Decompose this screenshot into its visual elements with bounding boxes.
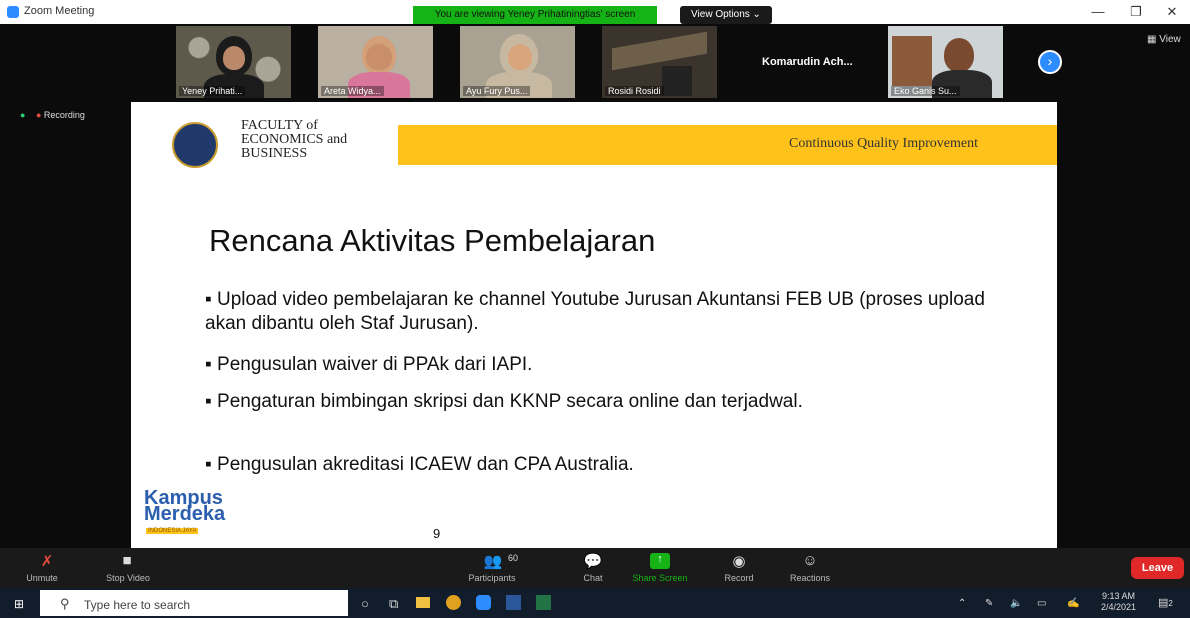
- zoom-taskbar-icon[interactable]: [476, 595, 491, 610]
- record-dot-icon: ●: [35, 110, 42, 120]
- kampus-merdeka-logo: Kampus Merdeka: [144, 488, 226, 525]
- excel-icon[interactable]: [536, 595, 551, 610]
- share-screen-icon[interactable]: ↑: [650, 553, 670, 569]
- faculty-name: FACULTY of ECONOMICS and BUSINESS: [241, 119, 347, 161]
- faculty-line: BUSINESS: [241, 146, 308, 161]
- close-icon[interactable]: ✕: [1154, 3, 1190, 21]
- cortana-icon[interactable]: ○: [361, 596, 369, 611]
- record-icon[interactable]: ◉: [724, 552, 754, 570]
- participant-name: Yeney Prihati...: [179, 86, 246, 96]
- participants-count: 60: [508, 553, 519, 563]
- minimize-icon[interactable]: —: [1080, 3, 1116, 21]
- taskbar-clock[interactable]: 9:13 AM 2/4/2021: [1101, 591, 1136, 613]
- video-tile[interactable]: Areta Widya...: [318, 26, 433, 98]
- microphone-muted-icon[interactable]: ✗: [32, 552, 62, 570]
- slide-title: Rencana Aktivitas Pembelajaran: [209, 223, 656, 258]
- slide-header-title: Continuous Quality Improvement: [789, 136, 978, 151]
- recording-indicator: ● ● Recording: [20, 110, 85, 120]
- slide-bullet: ▪ Pengaturan bimbingan skripsi dan KKNP …: [205, 391, 803, 412]
- participant-name: Eko Ganis Su...: [891, 86, 960, 96]
- clock-date: 2/4/2021: [1101, 602, 1137, 612]
- restore-icon[interactable]: ❐: [1118, 3, 1154, 21]
- chat-button[interactable]: Chat: [573, 573, 613, 583]
- video-camera-icon[interactable]: ■: [112, 552, 142, 569]
- zoom-app-icon: [7, 6, 19, 18]
- tray-pen-icon[interactable]: ✎: [985, 598, 993, 609]
- recording-label: Recording: [43, 110, 85, 120]
- stop-video-button[interactable]: Stop Video: [98, 573, 158, 583]
- faculty-line: ECONOMICS and: [241, 132, 348, 147]
- network-icon[interactable]: ▭: [1037, 598, 1046, 609]
- university-logo: [172, 122, 218, 168]
- shield-icon: ●: [20, 110, 26, 120]
- video-tile[interactable]: Yeney Prihati...: [176, 26, 291, 98]
- file-explorer-icon[interactable]: [416, 597, 430, 608]
- next-participants-icon[interactable]: ›: [1038, 50, 1062, 74]
- participant-name: Areta Widya...: [321, 86, 384, 96]
- slide-bullet: ▪ Pengusulan waiver di PPAk dari IAPI.: [205, 354, 533, 375]
- video-tile[interactable]: Eko Ganis Su...: [888, 26, 1003, 98]
- chrome-icon[interactable]: [446, 595, 461, 610]
- word-icon[interactable]: [506, 595, 521, 610]
- video-tile[interactable]: Rosidi Rosidi: [602, 26, 717, 98]
- volume-icon[interactable]: 🔈: [1010, 598, 1022, 609]
- participant-name: Rosidi Rosidi: [605, 86, 664, 96]
- view-options-button[interactable]: View Options ⌄: [680, 6, 772, 24]
- view-label: View: [1159, 34, 1181, 45]
- notification-count: 2: [1168, 599, 1173, 608]
- participants-icon[interactable]: 👥: [478, 552, 508, 570]
- slide-bullet: ▪ Pengusulan akreditasi ICAEW dan CPA Au…: [205, 454, 634, 475]
- faculty-line: FACULTY of: [241, 118, 318, 133]
- kampus-logo-sub: INDONESIA JAYA: [146, 528, 199, 534]
- pen-workspace-icon[interactable]: ✍: [1067, 598, 1079, 609]
- participant-name: Ayu Fury Pus...: [463, 86, 531, 96]
- reactions-icon[interactable]: ☺: [795, 552, 825, 569]
- task-view-icon[interactable]: ⧉: [389, 596, 398, 612]
- screen-share-banner: You are viewing Yeney Prihatiningtias' s…: [413, 6, 657, 24]
- record-button[interactable]: Record: [719, 573, 759, 583]
- notification-icon[interactable]: ▤2: [1158, 596, 1173, 609]
- clock-time: 9:13 AM: [1102, 591, 1136, 601]
- share-screen-button[interactable]: Share Screen: [625, 573, 695, 583]
- view-button[interactable]: ▦ View: [1147, 34, 1181, 45]
- taskbar-search-placeholder: Type here to search: [84, 598, 191, 612]
- kampus-logo-line: Merdeka: [144, 503, 226, 525]
- tray-chevron-icon[interactable]: ⌃: [958, 598, 966, 609]
- unmute-button[interactable]: Unmute: [22, 573, 62, 583]
- participants-button[interactable]: Participants: [462, 573, 522, 583]
- search-icon: ⚲: [60, 596, 70, 611]
- slide-page-number: 9: [433, 526, 441, 541]
- reactions-button[interactable]: Reactions: [785, 573, 835, 583]
- window-title: Zoom Meeting: [24, 5, 95, 17]
- windows-start-icon[interactable]: ⊞: [14, 597, 24, 611]
- chat-icon[interactable]: 💬: [578, 552, 608, 570]
- slide-bullet: ▪ Upload video pembelajaran ke channel Y…: [205, 289, 985, 334]
- leave-button[interactable]: Leave: [1131, 557, 1184, 579]
- active-speaker-name: Komarudin Ach...: [762, 56, 853, 68]
- video-tile[interactable]: Ayu Fury Pus...: [460, 26, 575, 98]
